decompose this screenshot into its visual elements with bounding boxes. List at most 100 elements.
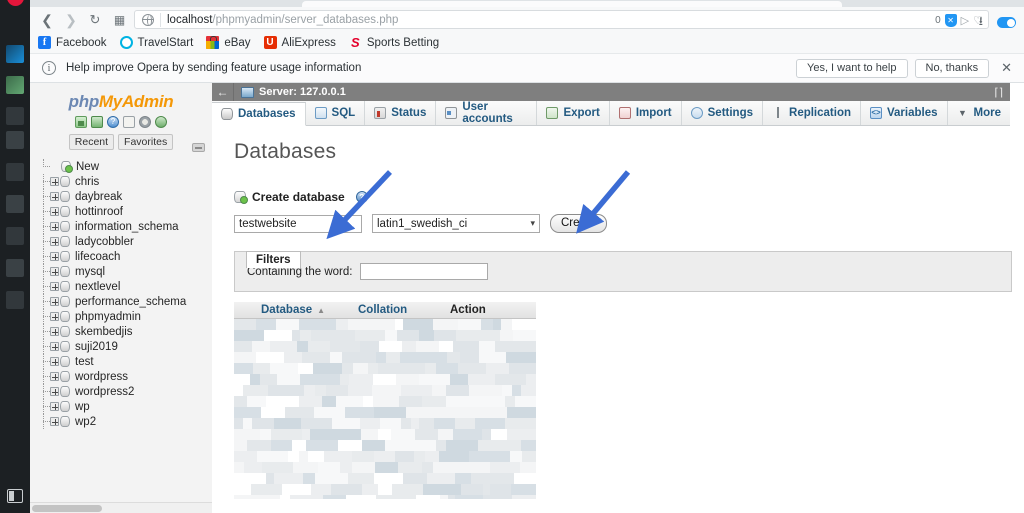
pma-logo[interactable]: phpMyAdmin	[30, 92, 212, 112]
expand-icon[interactable]	[50, 177, 59, 186]
table-cell-obscured	[327, 319, 336, 330]
expand-icon[interactable]	[50, 267, 59, 276]
sidebar-icon-8[interactable]	[6, 259, 24, 277]
tab-status[interactable]: Status	[365, 101, 437, 125]
expand-icon[interactable]	[50, 297, 59, 306]
arrow-left-icon[interactable]: ←	[212, 83, 234, 101]
tab-replication[interactable]: Replication	[763, 101, 861, 125]
tab-user-accounts[interactable]: User accounts	[436, 101, 538, 125]
tab-recent[interactable]: Recent	[68, 134, 115, 150]
settings-icon[interactable]	[139, 116, 151, 128]
download-icon[interactable]: ⭳	[979, 12, 983, 33]
tab-strip[interactable]	[30, 0, 1024, 7]
adblock-shield-icon[interactable]	[944, 14, 957, 27]
database-tree-item[interactable]: New	[30, 159, 212, 174]
sidebar-icon-4[interactable]	[6, 131, 24, 149]
bookmark-label: eBay	[224, 36, 251, 49]
expand-icon[interactable]	[50, 327, 59, 336]
tab-settings[interactable]: Settings	[682, 101, 764, 125]
sidebar-icon-5[interactable]	[6, 163, 24, 181]
expand-icon[interactable]	[50, 372, 59, 381]
database-tree-item[interactable]: skembedjis	[30, 324, 212, 339]
expand-icon[interactable]	[50, 387, 59, 396]
database-tree-item[interactable]: wp	[30, 399, 212, 414]
database-tree-item[interactable]: suji2019	[30, 339, 212, 354]
expand-icon[interactable]	[50, 312, 59, 321]
docs-icon[interactable]: ?	[107, 116, 119, 128]
help-icon[interactable]: ?	[355, 191, 368, 203]
expand-icon[interactable]	[50, 357, 59, 366]
database-tree-item[interactable]: lifecoach	[30, 249, 212, 264]
expand-icon[interactable]	[50, 282, 59, 291]
column-header-database[interactable]: Database ▲	[261, 302, 358, 318]
database-tree-item[interactable]: test	[30, 354, 212, 369]
infobar-accept-button[interactable]: Yes, I want to help	[796, 58, 908, 78]
close-icon[interactable]: ✕	[1001, 60, 1012, 76]
filter-word-input[interactable]	[360, 263, 489, 280]
table-cell-obscured	[408, 440, 436, 451]
sidebar-icon-7[interactable]	[6, 227, 24, 245]
expand-icon[interactable]	[50, 222, 59, 231]
tab-variables[interactable]: <> Variables	[861, 101, 948, 125]
expand-icon[interactable]	[50, 252, 59, 261]
sidebar-panel-toggle-icon[interactable]	[7, 489, 23, 503]
database-tree-item[interactable]: information_schema	[30, 219, 212, 234]
database-tree-item[interactable]: daybreak	[30, 189, 212, 204]
home-icon[interactable]	[75, 116, 87, 128]
expand-icon[interactable]	[50, 207, 59, 216]
expand-icon[interactable]	[50, 192, 59, 201]
sidebar-icon-6[interactable]	[6, 195, 24, 213]
database-tree-item[interactable]: ladycobbler	[30, 234, 212, 249]
database-tree-item[interactable]: wordpress	[30, 369, 212, 384]
expand-icon[interactable]	[50, 417, 59, 426]
panel-resize-icon[interactable]	[192, 143, 205, 152]
create-button[interactable]: Create	[550, 214, 607, 233]
navigation-horizontal-scrollbar[interactable]	[30, 502, 212, 513]
reload-button[interactable]: ↻	[86, 11, 104, 29]
database-tree-item[interactable]: phpmyadmin	[30, 309, 212, 324]
column-header-collation[interactable]: Collation	[358, 302, 450, 318]
bookmark-aliexpress[interactable]: U AliExpress	[263, 36, 336, 49]
bookmark-ebay[interactable]: eBay	[206, 36, 251, 49]
share-icon[interactable]: ▷	[961, 14, 969, 27]
bookmark-facebook[interactable]: f Facebook	[38, 36, 107, 49]
table-cell-obscured	[468, 374, 496, 385]
bookmark-sports-betting[interactable]: S Sports Betting	[349, 36, 439, 49]
opera-sidebar[interactable]	[0, 0, 30, 513]
database-tree-item[interactable]: wordpress2	[30, 384, 212, 399]
speed-dial-button[interactable]: ▦	[110, 11, 128, 29]
collation-select[interactable]: latin1_swedish_ci ▾	[372, 214, 540, 233]
database-tree-item[interactable]: chris	[30, 174, 212, 189]
sidebar-toggle-icon[interactable]	[997, 17, 1016, 28]
tab-favorites[interactable]: Favorites	[118, 134, 174, 150]
wiki-icon[interactable]	[123, 116, 135, 128]
sidebar-icon-3[interactable]	[6, 107, 24, 125]
database-tree-item[interactable]: mysql	[30, 264, 212, 279]
bookmark-travelstart[interactable]: TravelStart	[119, 36, 193, 49]
tab-databases[interactable]: Databases	[212, 102, 306, 126]
forward-button[interactable]: ❯	[62, 11, 80, 29]
tab-import[interactable]: Import	[610, 101, 682, 125]
sidebar-icon-2[interactable]	[6, 76, 24, 94]
database-tree-item[interactable]: hottinroof	[30, 204, 212, 219]
table-cell-obscured	[505, 418, 536, 429]
collapse-icon[interactable]: ⌈⌉	[994, 86, 1003, 99]
database-tree-item[interactable]: wp2	[30, 414, 212, 429]
tab-sql[interactable]: SQL	[306, 101, 366, 125]
database-tree-item[interactable]: performance_schema	[30, 294, 212, 309]
logout-icon[interactable]	[91, 116, 103, 128]
sidebar-icon-1[interactable]	[6, 45, 24, 63]
address-bar[interactable]: localhost/phpmyadmin/server_databases.ph…	[134, 10, 989, 29]
tab-export[interactable]: Export	[537, 101, 610, 125]
expand-icon[interactable]	[50, 237, 59, 246]
expand-icon[interactable]	[50, 402, 59, 411]
sidebar-icon-9[interactable]	[6, 291, 24, 309]
table-cell-obscured	[421, 396, 446, 407]
database-tree-item[interactable]: nextlevel	[30, 279, 212, 294]
database-name-input[interactable]	[234, 214, 362, 233]
infobar-decline-button[interactable]: No, thanks	[914, 58, 990, 78]
expand-icon[interactable]	[50, 342, 59, 351]
reload-icon[interactable]	[155, 116, 167, 128]
back-button[interactable]: ❮	[38, 11, 56, 29]
tab-more[interactable]: ▼ More	[948, 101, 1010, 125]
